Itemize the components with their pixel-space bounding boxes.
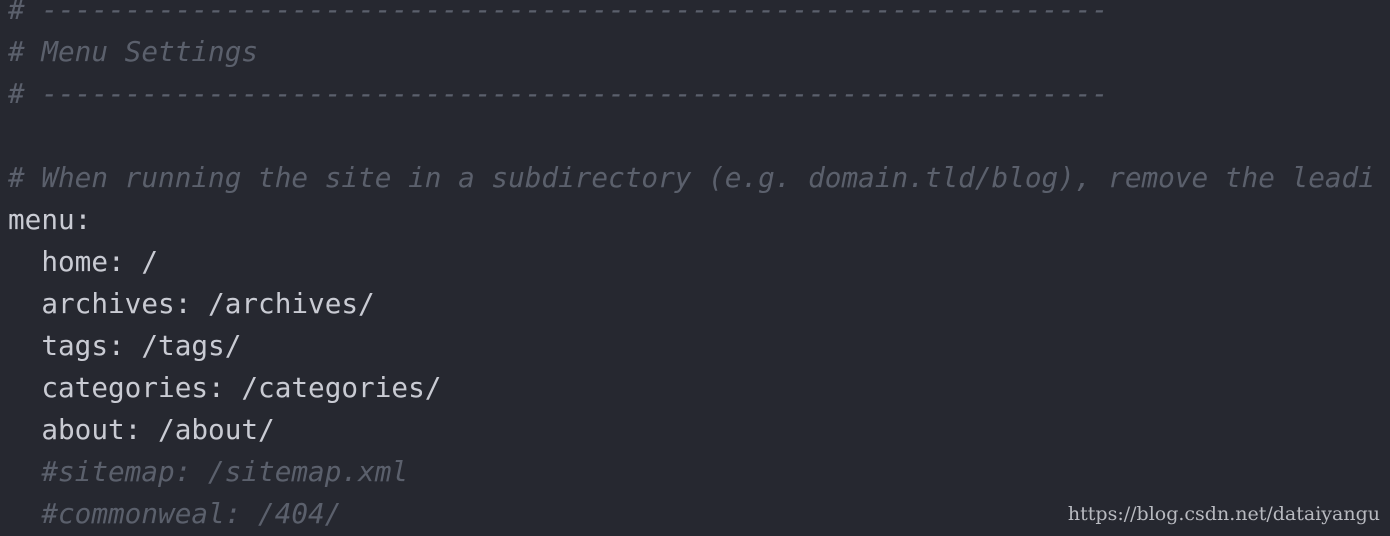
comment-line-sitemap: #sitemap: /sitemap.xml — [8, 455, 409, 488]
code-line-categories: categories: /categories/ — [8, 371, 442, 404]
code-line-archives: archives: /archives/ — [8, 287, 375, 320]
code-line-about: about: /about/ — [8, 413, 275, 446]
section-title-comment: # Menu Settings — [8, 35, 259, 68]
code-line-home: home: / — [8, 245, 159, 278]
comment-line: # --------------------------------------… — [8, 0, 1109, 26]
comment-line: # --------------------------------------… — [8, 77, 1109, 110]
code-editor[interactable]: # --------------------------------------… — [8, 0, 1375, 535]
watermark: https://blog.csdn.net/dataiyangu — [1067, 503, 1380, 525]
comment-line: # When running the site in a subdirector… — [8, 161, 1375, 194]
code-line-menu: menu: — [8, 203, 92, 236]
code-line-tags: tags: /tags/ — [8, 329, 242, 362]
